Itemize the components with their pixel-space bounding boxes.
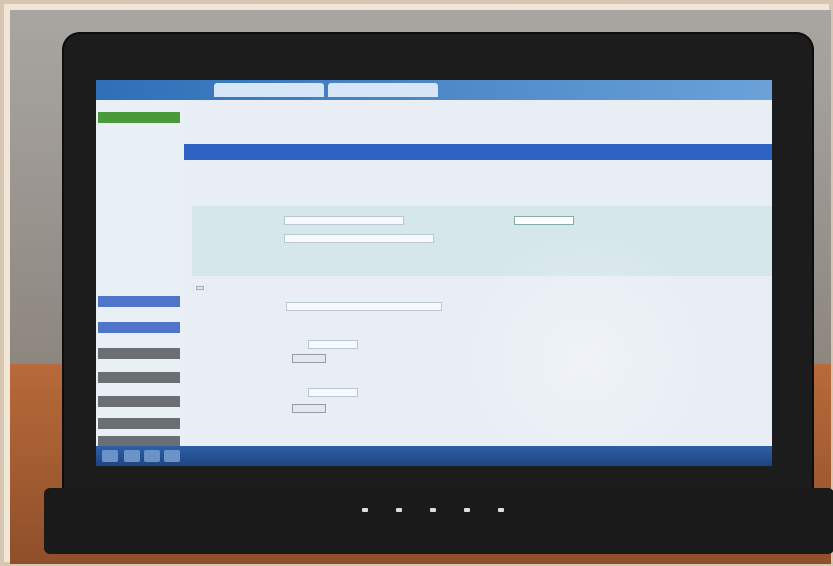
browser-tab-bar xyxy=(96,80,772,100)
select-dropdown[interactable] xyxy=(514,216,574,225)
browser-tab[interactable] xyxy=(214,83,324,97)
laptop-screen xyxy=(96,80,772,466)
text-input[interactable] xyxy=(308,340,358,349)
sidebar-head[interactable] xyxy=(98,322,180,333)
sidebar xyxy=(96,100,184,447)
indicator-light xyxy=(396,508,402,512)
sidebar-head[interactable] xyxy=(98,396,180,407)
indicator-light xyxy=(362,508,368,512)
indicator-light xyxy=(498,508,504,512)
sidebar-head[interactable] xyxy=(98,296,180,307)
indicator-light xyxy=(430,508,436,512)
browser-tab[interactable] xyxy=(328,83,438,97)
text-input[interactable] xyxy=(308,388,358,397)
sidebar-head[interactable] xyxy=(98,418,180,429)
start-button[interactable] xyxy=(102,450,118,462)
taskbar-app-icon[interactable] xyxy=(164,450,180,462)
action-button[interactable] xyxy=(292,354,326,363)
photo-frame xyxy=(0,0,833,566)
sidebar-head[interactable] xyxy=(98,348,180,359)
indicator-light xyxy=(464,508,470,512)
fieldset-legend xyxy=(196,286,204,290)
sidebar-head[interactable] xyxy=(98,372,180,383)
taskbar xyxy=(96,446,772,466)
section-header-bar xyxy=(184,144,772,160)
search-form xyxy=(192,206,772,276)
taskbar-app-icon[interactable] xyxy=(124,450,140,462)
text-input[interactable] xyxy=(284,216,404,225)
sidebar-head-main[interactable] xyxy=(98,112,180,123)
laptop-brand-label xyxy=(396,478,456,488)
action-button[interactable] xyxy=(292,404,326,413)
taskbar-app-icon[interactable] xyxy=(144,450,160,462)
laptop-base xyxy=(44,488,833,554)
text-input[interactable] xyxy=(284,234,434,243)
text-input[interactable] xyxy=(286,302,442,311)
